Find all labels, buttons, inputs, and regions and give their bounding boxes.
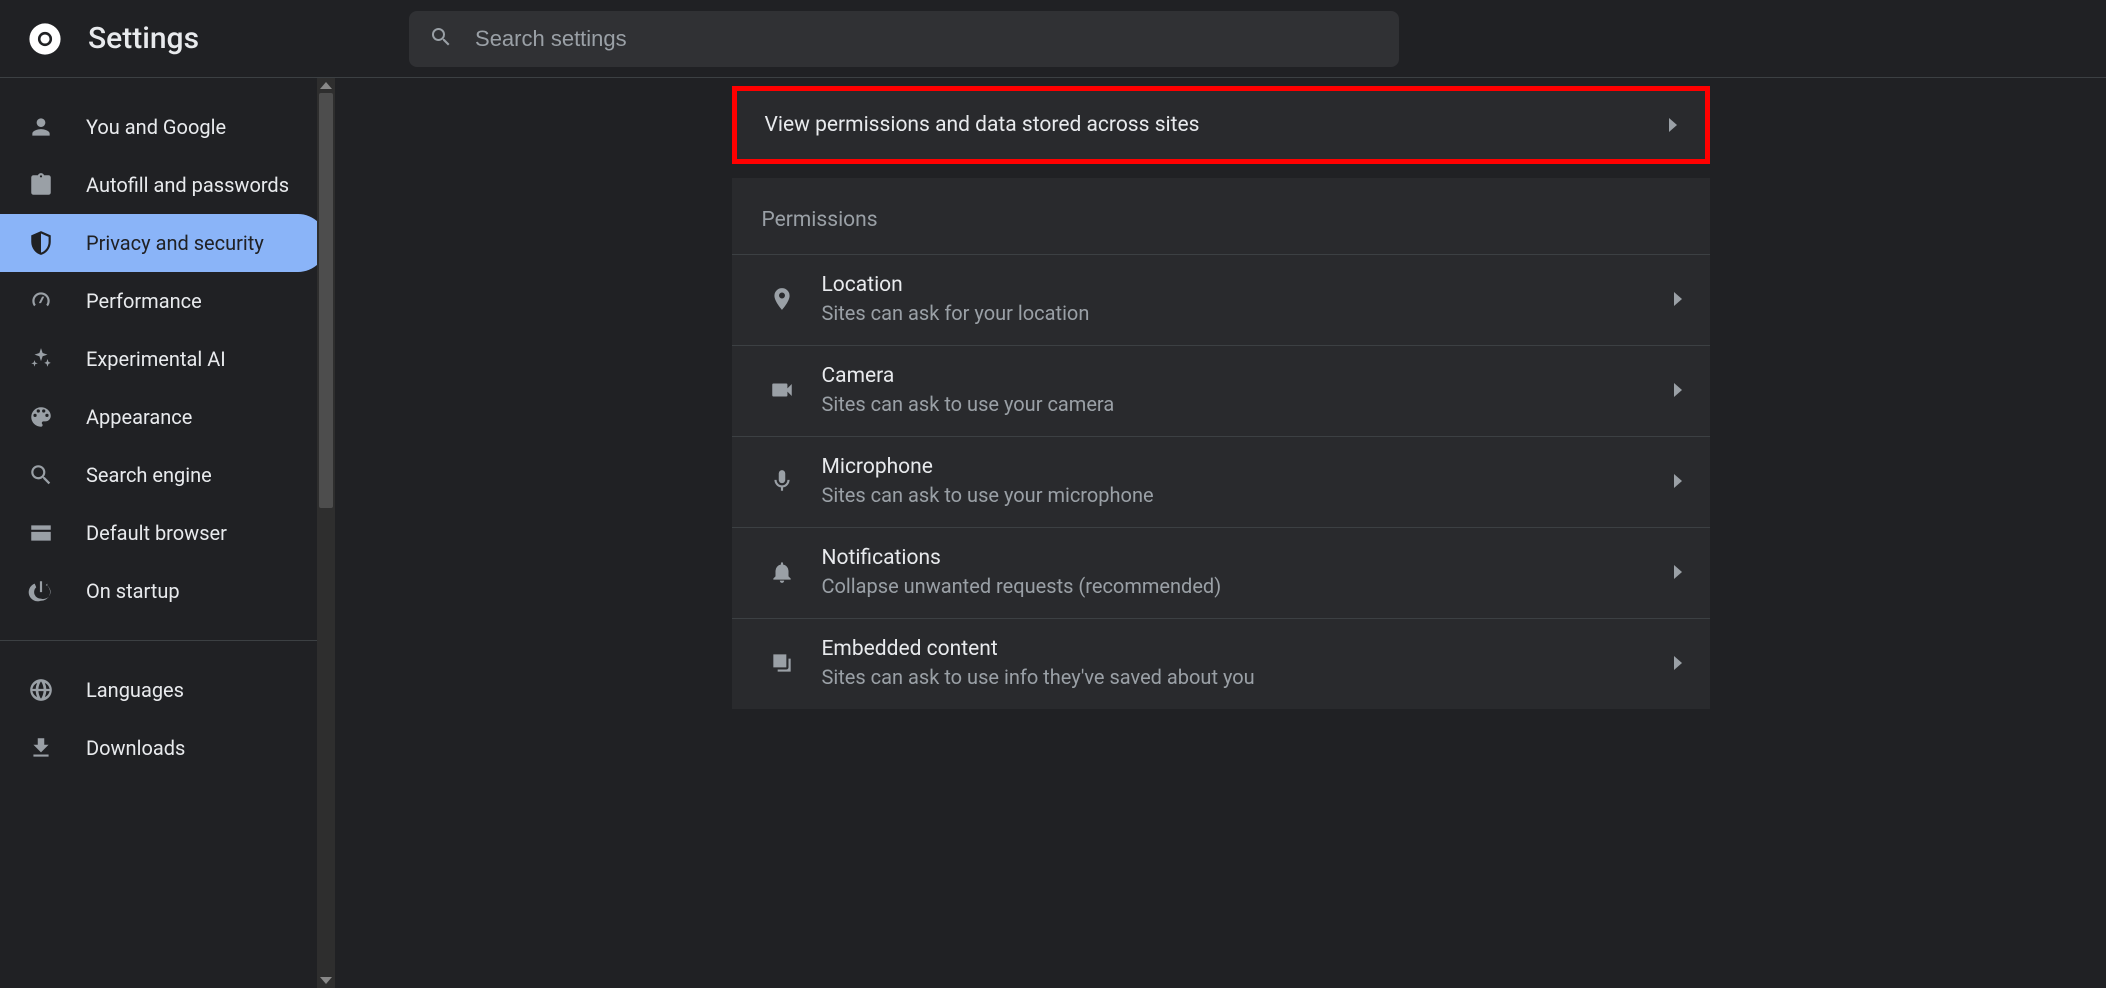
view-permissions-row[interactable]: View permissions and data stored across …: [732, 86, 1710, 164]
search-input[interactable]: [475, 26, 1379, 52]
chevron-right-icon: [1674, 565, 1682, 579]
perm-sub: Collapse unwanted requests (recommended): [822, 574, 1222, 598]
window-icon: [28, 520, 54, 546]
sidebar-item-label: Search engine: [86, 463, 212, 487]
sidebar-item-privacy-security[interactable]: Privacy and security: [0, 214, 327, 272]
sidebar-item-default-browser[interactable]: Default browser: [0, 504, 327, 562]
sidebar-item-label: Default browser: [86, 521, 227, 545]
permission-embedded-content[interactable]: Embedded content Sites can ask to use in…: [732, 618, 1710, 709]
clipboard-icon: [28, 172, 54, 198]
speedometer-icon: [28, 288, 54, 314]
perm-title: Location: [822, 273, 1090, 297]
chrome-logo-icon: [28, 22, 62, 56]
sidebar-item-appearance[interactable]: Appearance: [0, 388, 327, 446]
perm-title: Microphone: [822, 455, 1154, 479]
sidebar-item-performance[interactable]: Performance: [0, 272, 327, 330]
sidebar-item-label: Downloads: [86, 736, 185, 760]
chevron-right-icon: [1674, 383, 1682, 397]
sidebar-divider: [0, 640, 335, 641]
sidebar-item-label: Autofill and passwords: [86, 173, 289, 197]
sidebar-item-on-startup[interactable]: On startup: [0, 562, 327, 620]
shield-icon: [28, 230, 54, 256]
search-icon: [28, 462, 54, 488]
sidebar-item-you-and-google[interactable]: You and Google: [0, 98, 327, 156]
embed-icon: [760, 650, 804, 676]
pin-icon: [760, 286, 804, 312]
sidebar-item-search-engine[interactable]: Search engine: [0, 446, 327, 504]
sidebar-item-label: Performance: [86, 289, 202, 313]
power-icon: [28, 578, 54, 604]
permission-camera[interactable]: Camera Sites can ask to use your camera: [732, 345, 1710, 436]
chevron-right-icon: [1674, 656, 1682, 670]
sidebar-item-experimental-ai[interactable]: Experimental AI: [0, 330, 327, 388]
chevron-right-icon: [1674, 474, 1682, 488]
sparkle-icon: [28, 346, 54, 372]
mic-icon: [760, 468, 804, 494]
sidebar-item-label: Languages: [86, 678, 184, 702]
perm-title: Camera: [822, 364, 1115, 388]
header: Settings: [0, 0, 2106, 78]
sidebar-item-label: On startup: [86, 579, 180, 603]
scrollbar-thumb[interactable]: [319, 93, 333, 508]
perm-sub: Sites can ask for your location: [822, 301, 1090, 325]
perm-sub: Sites can ask to use info they've saved …: [822, 665, 1255, 689]
perm-title: Notifications: [822, 546, 1222, 570]
sidebar-item-autofill[interactable]: Autofill and passwords: [0, 156, 327, 214]
search-settings[interactable]: [409, 11, 1399, 67]
chevron-right-icon: [1674, 292, 1682, 306]
camera-icon: [760, 377, 804, 403]
sidebar: You and Google Autofill and passwords Pr…: [0, 78, 335, 988]
sidebar-scrollbar[interactable]: [317, 78, 335, 988]
perm-sub: Sites can ask to use your camera: [822, 392, 1115, 416]
chevron-right-icon: [1669, 118, 1677, 132]
page-title: Settings: [88, 21, 199, 56]
sidebar-item-label: Experimental AI: [86, 347, 226, 371]
sidebar-item-languages[interactable]: Languages: [0, 661, 327, 719]
permissions-heading: Permissions: [732, 178, 1710, 254]
download-icon: [28, 735, 54, 761]
main-content: View permissions and data stored across …: [335, 78, 2106, 988]
sidebar-item-label: Privacy and security: [86, 231, 264, 255]
sidebar-item-label: Appearance: [86, 405, 192, 429]
perm-title: Embedded content: [822, 637, 1255, 661]
scroll-down-icon[interactable]: [320, 977, 332, 984]
person-icon: [28, 114, 54, 140]
permission-notifications[interactable]: Notifications Collapse unwanted requests…: [732, 527, 1710, 618]
row-label: View permissions and data stored across …: [765, 113, 1200, 137]
permission-microphone[interactable]: Microphone Sites can ask to use your mic…: [732, 436, 1710, 527]
perm-sub: Sites can ask to use your microphone: [822, 483, 1154, 507]
search-icon: [429, 25, 453, 53]
permission-location[interactable]: Location Sites can ask for your location: [732, 254, 1710, 345]
sidebar-item-downloads[interactable]: Downloads: [0, 719, 327, 777]
bell-icon: [760, 559, 804, 585]
sidebar-item-label: You and Google: [86, 115, 226, 139]
palette-icon: [28, 404, 54, 430]
scroll-up-icon[interactable]: [320, 82, 332, 89]
globe-icon: [28, 677, 54, 703]
